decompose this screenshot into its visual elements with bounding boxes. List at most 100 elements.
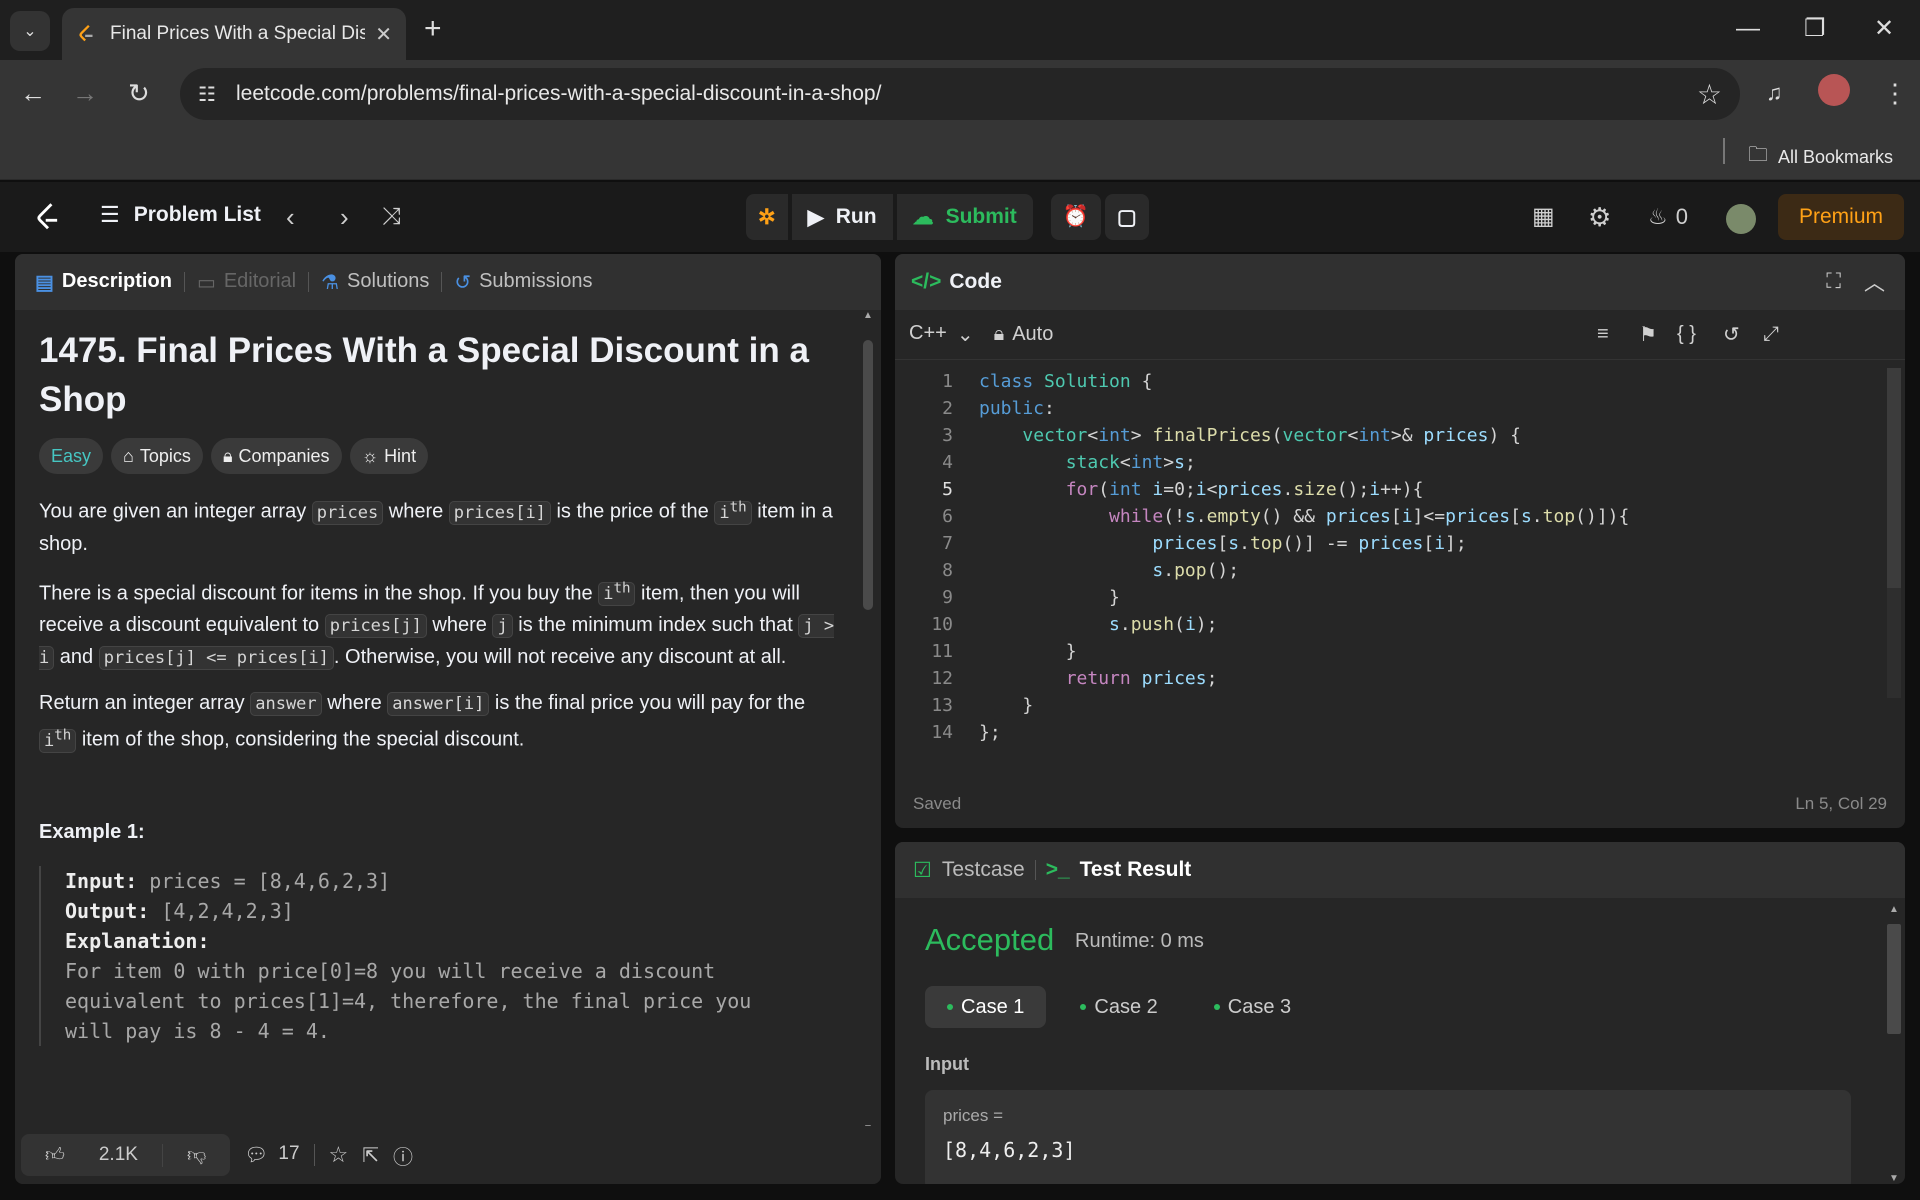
code-line[interactable]: 11 } xyxy=(895,638,1875,665)
scroll-up-icon[interactable]: ▲ xyxy=(1889,904,1899,915)
debug-button[interactable]: ✲ xyxy=(746,194,788,240)
more-menu-icon[interactable]: ⋮ xyxy=(1882,78,1908,108)
all-bookmarks-button[interactable]: 🗀 All Bookmarks xyxy=(1748,140,1893,174)
help-icon[interactable]: ⓘ xyxy=(393,1141,413,1170)
browser-tab[interactable]: Final Prices With a Special Disco ✕ xyxy=(62,8,406,60)
back-icon[interactable]: ← xyxy=(20,78,46,108)
code-line[interactable]: 8 s.pop(); xyxy=(895,557,1875,584)
tab-test-result[interactable]: >_ Test Result xyxy=(1046,858,1192,882)
result-scrollbar[interactable]: ▲ ▼ xyxy=(1887,904,1901,1184)
autocomplete-mode[interactable]: 🔒︎ Auto xyxy=(994,323,1054,346)
fullscreen-icon[interactable]: ⛶ xyxy=(1826,270,1841,294)
code-line[interactable]: 6 while(!s.empty() && prices[i]<=prices[… xyxy=(895,503,1875,530)
streak-button[interactable]: ♨ 0 xyxy=(1648,202,1688,232)
site-info-icon[interactable]: ☷ xyxy=(198,82,216,107)
tab-editorial[interactable]: ▭ Editorial xyxy=(197,270,296,295)
dislike-button[interactable]: 👎︎ xyxy=(163,1144,230,1167)
close-window-button[interactable]: ✕ xyxy=(1874,14,1894,44)
code-editor[interactable]: 1 class Solution {2 public: 3 vector<int> f… xyxy=(895,368,1885,768)
flask-icon: ⚗ xyxy=(321,271,340,294)
shuffle-icon[interactable]: ⤨ xyxy=(382,202,401,232)
submit-button[interactable]: ☁ Submit xyxy=(896,194,1033,240)
like-button[interactable]: 👍︎ 2.1K xyxy=(21,1143,163,1167)
scrollbar-thumb[interactable] xyxy=(1887,924,1901,1034)
tab-description[interactable]: ▤ Description xyxy=(35,270,172,295)
value: [4,2,4,2,3] xyxy=(149,898,294,923)
timer-button[interactable]: ⏰ xyxy=(1050,194,1101,240)
media-control-icon[interactable]: ♫ xyxy=(1766,78,1783,108)
note-icon: ▢ xyxy=(1116,205,1137,229)
bookmark-star-icon[interactable]: ☆ xyxy=(1697,78,1722,111)
companies-chip[interactable]: 🔒︎ Companies xyxy=(210,438,342,474)
code-line[interactable]: 5 for(int i=0;i<prices.size();i++){ xyxy=(895,476,1875,503)
example-explanation-line: equivalent to prices[1]=4, therefore, th… xyxy=(65,988,752,1013)
expand-icon[interactable]: ⤢ xyxy=(1763,323,1779,346)
editor-scrollbar[interactable] xyxy=(1887,368,1901,698)
tab-testcase[interactable]: ☑ Testcase xyxy=(913,858,1025,883)
problem-list-button[interactable]: ☰ Problem List xyxy=(100,202,261,228)
scroll-down-icon[interactable]: ▼ xyxy=(1889,1173,1899,1184)
tab-solutions[interactable]: ⚗ Solutions xyxy=(321,270,429,295)
restore-button[interactable]: ❐ xyxy=(1804,14,1826,44)
user-avatar[interactable] xyxy=(1726,204,1756,234)
reset-icon[interactable]: ↺ xyxy=(1723,322,1740,347)
tab-search-button[interactable]: ⌄ xyxy=(10,11,50,51)
leetcode-logo-icon[interactable] xyxy=(34,202,62,234)
case-tab-2[interactable]: Case 2 xyxy=(1058,986,1179,1028)
case-tab-3[interactable]: Case 3 xyxy=(1192,986,1313,1028)
code-line[interactable]: 14}; xyxy=(895,719,1875,746)
code-line[interactable]: 12 return prices; xyxy=(895,665,1875,692)
hint-chip[interactable]: ☼ Hint xyxy=(349,438,429,474)
close-tab-icon[interactable]: ✕ xyxy=(375,22,392,47)
next-problem-icon[interactable]: › xyxy=(340,202,349,232)
like-count: 2.1K xyxy=(98,1143,138,1165)
code-line[interactable]: 4 stack<int>s; xyxy=(895,449,1875,476)
forward-icon[interactable]: → xyxy=(72,78,98,108)
lightbulb-icon: ☼ xyxy=(361,445,379,466)
share-icon[interactable]: ⇱ xyxy=(362,1143,379,1168)
code-line[interactable]: 9 } xyxy=(895,584,1875,611)
inline-code: j xyxy=(492,614,513,639)
notes-button[interactable]: ▢ xyxy=(1104,194,1149,240)
difficulty-badge[interactable]: Easy xyxy=(39,438,104,474)
new-tab-button[interactable]: + xyxy=(424,14,442,44)
line-number: 9 xyxy=(942,587,953,608)
superscript: th xyxy=(729,499,747,515)
code-line[interactable]: 3 vector<int> finalPrices(vector<int>& p… xyxy=(895,422,1875,449)
run-button[interactable]: ▶ Run xyxy=(791,194,893,240)
scrollbar-thumb[interactable] xyxy=(1887,368,1901,588)
language-select[interactable]: C++ ⌄ xyxy=(909,322,974,347)
code-line[interactable]: 7 prices[s.top()] -= prices[i]; xyxy=(895,530,1875,557)
address-bar[interactable]: ☷ leetcode.com/problems/final-prices-wit… xyxy=(180,68,1740,120)
prev-problem-icon[interactable]: ‹ xyxy=(286,202,295,232)
topics-chip[interactable]: ⌂ Topics xyxy=(111,438,203,474)
layout-icon[interactable]: ▦ xyxy=(1532,202,1555,232)
profile-avatar[interactable] xyxy=(1818,74,1850,106)
tab-divider xyxy=(1034,860,1036,880)
code-line[interactable]: 1 class Solution { xyxy=(895,368,1875,395)
case-tab-1[interactable]: Case 1 xyxy=(925,986,1047,1028)
tab-submissions[interactable]: ↺ Submissions xyxy=(454,270,592,295)
braces-icon[interactable]: { } xyxy=(1677,323,1696,346)
text: There is a special discount for items in… xyxy=(39,582,599,605)
code-line[interactable]: 10 s.push(i); xyxy=(895,611,1875,638)
minimize-button[interactable]: — xyxy=(1736,14,1760,44)
footer-divider xyxy=(313,1144,315,1166)
code-text: vector<int> finalPrices(vector<int>& pri… xyxy=(1022,425,1521,446)
reload-icon[interactable]: ↻ xyxy=(128,78,150,108)
premium-button[interactable]: Premium xyxy=(1778,194,1904,240)
collapse-icon[interactable]: ︿ xyxy=(1864,267,1885,297)
leetcode-favicon-icon xyxy=(79,24,93,42)
format-icon[interactable]: ≡ xyxy=(1597,323,1609,346)
description-scrollbar[interactable]: ▲ ▼ xyxy=(861,310,875,1134)
scroll-up-icon[interactable]: ▲ xyxy=(863,310,873,321)
inline-code: prices[i] xyxy=(448,500,551,525)
bookmark-icon[interactable]: ⚑ xyxy=(1639,322,1657,347)
value: prices = [8,4,6,2,3] xyxy=(137,868,391,893)
comments-button[interactable]: 💬︎ 17 xyxy=(244,1143,299,1167)
scrollbar-thumb[interactable] xyxy=(863,340,873,610)
code-line[interactable]: 13 } xyxy=(895,692,1875,719)
settings-gear-icon[interactable]: ⚙ xyxy=(1588,202,1611,232)
code-line[interactable]: 2 public: xyxy=(895,395,1875,422)
favorite-star-icon[interactable]: ☆ xyxy=(329,1142,349,1168)
